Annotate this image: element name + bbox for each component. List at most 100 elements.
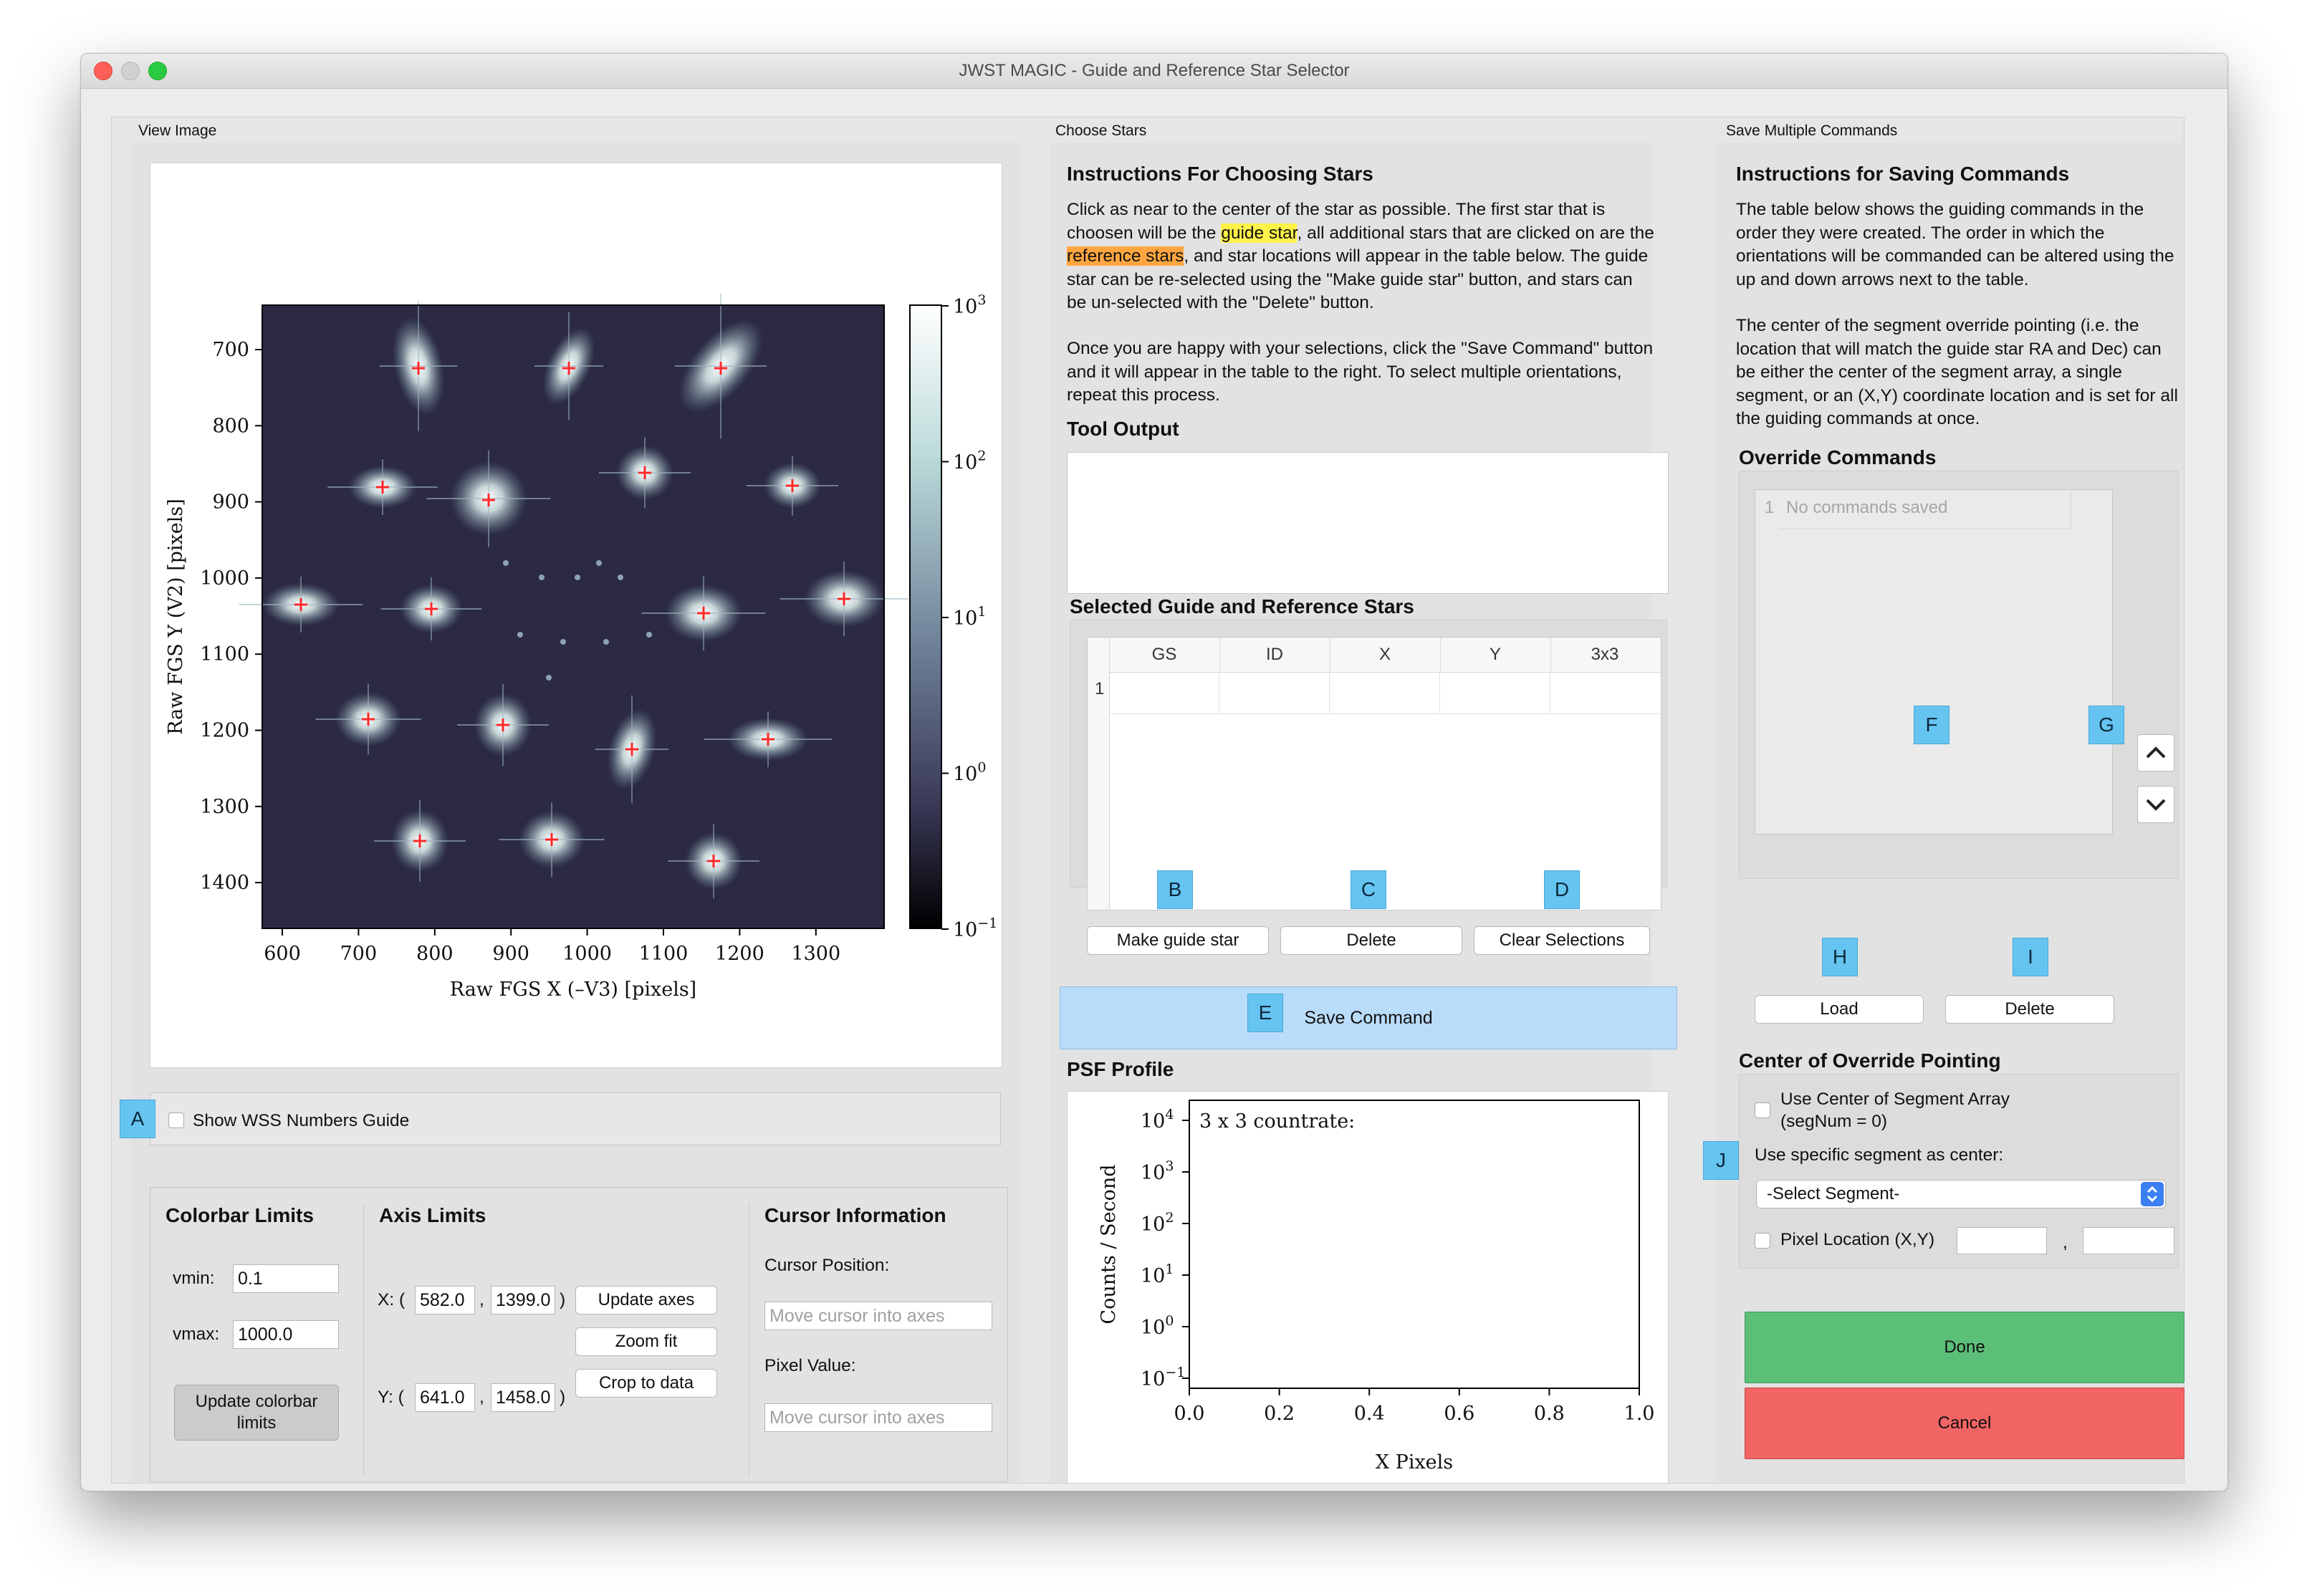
marker-a: A [120, 1100, 155, 1138]
psf-x-tick-label: 0.4 [1354, 1403, 1385, 1425]
title-bar: JWST MAGIC - Guide and Reference Star Se… [81, 54, 2227, 89]
marker-g: G [2088, 706, 2124, 744]
center-override-title: Center of Override Pointing [1739, 1049, 2001, 1072]
psf-y-tick-label: 101 [1141, 1261, 1174, 1287]
segment-select[interactable]: -Select Segment- [1756, 1180, 2166, 1208]
colorbar-tick-label: 101 [953, 604, 986, 630]
view-image-group-title: View Image [138, 122, 217, 139]
marker-d: D [1544, 870, 1580, 909]
wss-numbers-checkbox[interactable] [168, 1112, 184, 1128]
psf-profile-title: PSF Profile [1067, 1058, 1174, 1080]
faint-source [503, 560, 509, 566]
psf-profile-canvas[interactable]: 3 x 3 countrate: 0.0 0.2 0.4 0.6 0.8 1.0 104 1… [1067, 1091, 1669, 1484]
table-row[interactable] [1109, 672, 1661, 714]
faint-source [546, 675, 552, 681]
table-row-number: 1 [1095, 679, 1105, 698]
psf-annotation: 3 x 3 countrate: [1199, 1110, 1355, 1133]
psf-axes[interactable] [1189, 1100, 1640, 1389]
image-y-tick-label: 1200 [200, 720, 249, 742]
psf-y-tick-label: 10−1 [1141, 1365, 1185, 1390]
delete-command-button[interactable]: Delete [1945, 995, 2114, 1024]
zoom-fit-button[interactable]: Zoom fit [575, 1327, 717, 1356]
faint-source [575, 575, 580, 580]
use-center-label: Use Center of Segment Array (segNum = 0) [1780, 1090, 2010, 1131]
faint-source [596, 560, 602, 566]
done-button[interactable]: Done [1745, 1312, 2184, 1383]
image-x-tick-label: 1100 [639, 943, 689, 965]
faint-source [646, 632, 652, 638]
psf-y-tick-label: 100 [1141, 1313, 1174, 1339]
pixel-location-checkbox[interactable] [1755, 1233, 1770, 1249]
psf-x-tick-label: 0.0 [1174, 1403, 1205, 1425]
load-command-button[interactable]: Load [1755, 995, 1924, 1024]
pixel-value-field: Move cursor into axes [764, 1403, 992, 1432]
tool-output-title: Tool Output [1067, 418, 1179, 440]
marker-b: B [1157, 870, 1193, 909]
vmax-label: vmax: [173, 1325, 220, 1344]
col-header-x[interactable]: X [1330, 638, 1441, 672]
delete-star-button[interactable]: Delete [1280, 926, 1462, 955]
faint-source [560, 639, 566, 645]
col-header-y[interactable]: Y [1440, 638, 1551, 672]
psf-x-tick-label: 1.0 [1624, 1403, 1655, 1425]
choose-stars-group-title: Choose Stars [1055, 122, 1147, 139]
image-x-tick-label: 1000 [562, 943, 612, 965]
move-down-button[interactable] [2137, 786, 2174, 823]
vmin-label: vmin: [173, 1269, 215, 1288]
clear-selections-button[interactable]: Clear Selections [1474, 926, 1650, 955]
psf-x-tick-label: 0.2 [1264, 1403, 1295, 1425]
update-colorbar-limits-button[interactable]: Update colorbar limits [174, 1385, 339, 1441]
make-guide-star-button[interactable]: Make guide star [1087, 926, 1269, 955]
pixel-location-label: Pixel Location (X,Y) [1780, 1230, 1935, 1249]
marker-h: H [1822, 938, 1858, 976]
pixel-x-input[interactable] [1957, 1227, 2047, 1254]
y-min-input[interactable]: 641.0 [415, 1383, 475, 1412]
image-canvas[interactable]: 103 102 101 100 10−1 600 700 800 900 1000 1100 120… [150, 163, 1002, 1068]
colorbar-limits-title: Colorbar Limits [166, 1204, 314, 1226]
cursor-position-label: Cursor Position: [764, 1256, 890, 1275]
y-max-input[interactable]: 1458.0 [491, 1383, 555, 1412]
colorbar-tick-label: 100 [953, 760, 986, 786]
update-axes-button[interactable]: Update axes [575, 1286, 717, 1314]
pixel-value-label: Pixel Value: [764, 1356, 856, 1375]
vmin-input[interactable]: 0.1 [233, 1264, 339, 1293]
marker-c: C [1351, 870, 1386, 909]
move-up-button[interactable] [2137, 734, 2174, 771]
use-center-checkbox[interactable] [1755, 1102, 1770, 1118]
image-y-tick-label: 1000 [200, 567, 249, 590]
x-min-input[interactable]: 582.0 [415, 1286, 475, 1314]
faint-source [539, 575, 545, 580]
image-ylabel: Raw FGS Y (V2) [pixels] [165, 499, 187, 735]
image-y-tick-label: 800 [212, 415, 249, 437]
chevron-up-icon [2146, 746, 2166, 759]
y-limits-close: ) [560, 1388, 566, 1407]
psf-y-tick-label: 104 [1141, 1107, 1174, 1133]
choose-instructions-text-2: Once you are happy with your selections,… [1067, 339, 1654, 405]
col-header-id[interactable]: ID [1219, 638, 1330, 672]
marker-f: F [1914, 706, 1949, 744]
selected-stars-table[interactable]: GS ID X Y 3x3 1 [1087, 637, 1661, 910]
override-commands-list[interactable] [1755, 489, 2113, 835]
save-instructions-text-2: The center of the segment override point… [1736, 316, 2178, 428]
override-list-row-number: 1 [1765, 498, 1775, 517]
x-limits-label: X: ( [378, 1290, 406, 1309]
crop-to-data-button[interactable]: Crop to data [575, 1369, 717, 1398]
save-instructions-text: The table below shows the guiding comman… [1736, 200, 2174, 289]
x-max-input[interactable]: 1399.0 [491, 1286, 555, 1314]
vmax-input[interactable]: 1000.0 [233, 1320, 339, 1349]
colorbar-tick-label: 103 [953, 292, 986, 318]
cancel-button[interactable]: Cancel [1745, 1388, 2184, 1459]
faint-source [517, 632, 523, 638]
psf-profile-plot: 3 x 3 countrate: 0.0 0.2 0.4 0.6 0.8 1.0 104 1… [1098, 1100, 1655, 1474]
psf-xlabel: X Pixels [1376, 1451, 1453, 1474]
guide-star-highlight: guide star [1221, 223, 1298, 243]
pixel-y-input[interactable] [2083, 1227, 2174, 1254]
colorbar-tick-label: 10−1 [953, 915, 997, 941]
faint-source [618, 575, 623, 580]
override-list-placeholder: No commands saved [1786, 498, 1948, 517]
image-y-tick-label: 900 [212, 491, 249, 514]
save-instructions-title: Instructions for Saving Commands [1736, 163, 2070, 185]
col-header-3x3[interactable]: 3x3 [1550, 638, 1659, 672]
col-header-gs[interactable]: GS [1109, 638, 1220, 672]
save-command-button[interactable]: Save Command [1060, 986, 1677, 1049]
